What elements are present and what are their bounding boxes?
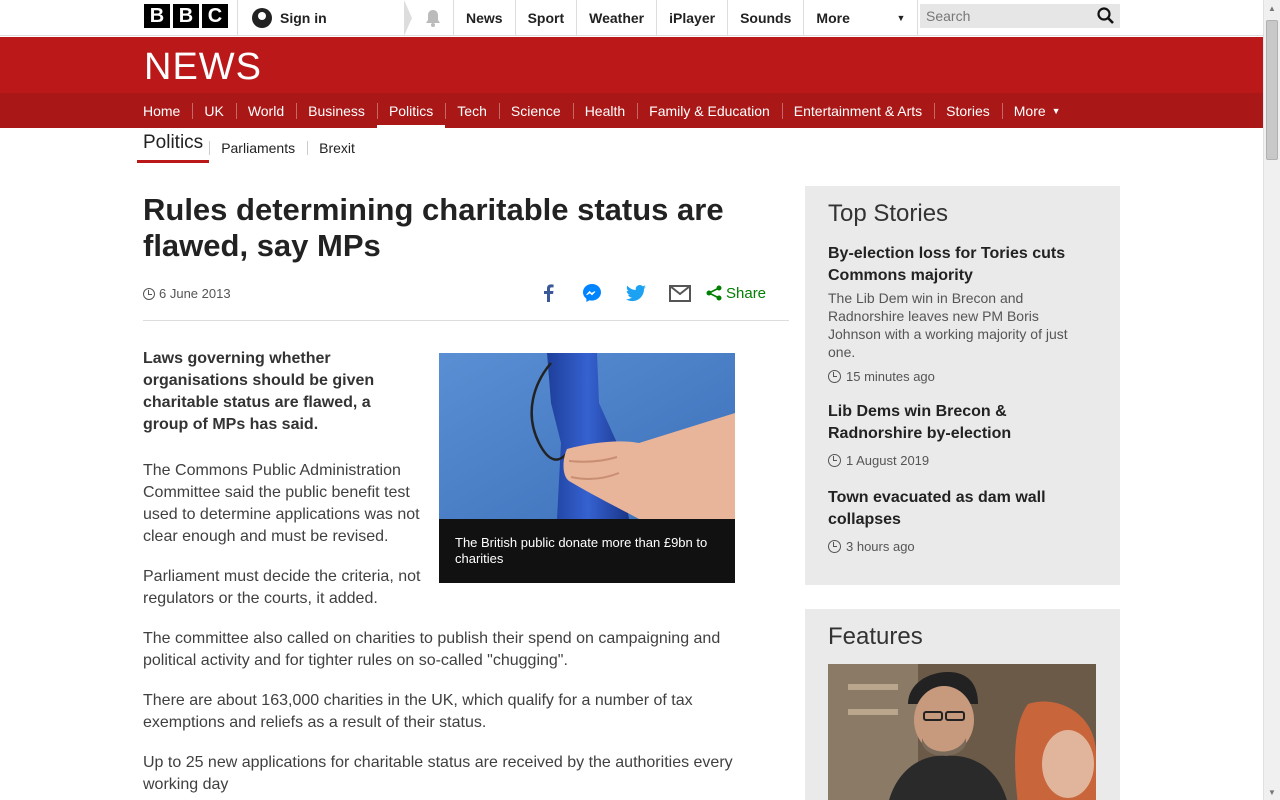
section-nav-home[interactable]: Home <box>131 93 192 128</box>
search-box <box>920 4 1120 28</box>
notifications-bell-icon[interactable] <box>412 0 454 36</box>
article-dateline: 6 June 2013 <box>143 286 231 301</box>
user-icon <box>252 8 272 28</box>
top-story-title[interactable]: By-election loss for Tories cuts Commons… <box>828 243 1088 287</box>
section-nav-more-label: More <box>1013 102 1046 119</box>
global-nav-more-label: More <box>816 10 850 26</box>
browser-viewport: B B C Sign in News Sport Weather iPlayer… <box>0 0 1280 800</box>
top-story-timestamp: 3 hours ago <box>828 539 1088 554</box>
search-icon[interactable] <box>1097 7 1114 29</box>
features-panel: Features <box>805 609 1120 800</box>
bbc-logo-letter: B <box>173 4 199 28</box>
top-story-summary: The Lib Dem win in Brecon and Radnorshir… <box>828 290 1068 360</box>
section-nav-science[interactable]: Science <box>498 93 573 128</box>
global-nav-sport[interactable]: Sport <box>516 0 578 36</box>
article-paragraph: There are about 163,000 charities in the… <box>143 692 693 731</box>
feature-image-man-in-cap[interactable] <box>828 664 1096 800</box>
bbc-logo-letter: B <box>144 4 170 28</box>
top-story-title[interactable]: Town evacuated as dam wall collapses <box>828 487 1088 531</box>
article-paragraph: Parliament must decide the criteria, not… <box>143 568 421 607</box>
bbc-logo-letter: C <box>202 4 228 28</box>
subnav-title[interactable]: Politics <box>137 132 210 163</box>
vertical-scrollbar[interactable]: ▲ ▼ <box>1263 0 1280 800</box>
article-paragraph: The Commons Public Administration Commit… <box>143 462 420 545</box>
section-nav-business[interactable]: Business <box>296 93 377 128</box>
clock-icon <box>828 370 841 383</box>
caret-down-icon: ▼ <box>1051 105 1061 116</box>
global-nav-more[interactable]: More ▼ <box>804 0 919 36</box>
article-paragraph: Up to 25 new applications for charitable… <box>143 754 733 793</box>
share-button[interactable]: Share <box>706 285 766 302</box>
section-nav-uk[interactable]: UK <box>192 93 235 128</box>
top-stories-panel: Top Stories By-election loss for Tories … <box>805 186 1120 585</box>
share-tools: Share <box>536 282 766 304</box>
global-nav-news[interactable]: News <box>454 0 516 36</box>
top-story-item[interactable]: Town evacuated as dam wall collapses 3 h… <box>828 487 1088 554</box>
news-banner: NEWS <box>0 37 1263 93</box>
bbc-global-header: B B C Sign in News Sport Weather iPlayer… <box>0 0 1263 36</box>
article-paragraph: The committee also called on charities t… <box>143 630 721 669</box>
article-date: 6 June 2013 <box>159 286 231 301</box>
global-nav-weather[interactable]: Weather <box>577 0 658 36</box>
section-nav-world[interactable]: World <box>235 93 296 128</box>
messenger-icon[interactable] <box>580 282 604 304</box>
top-story-time: 15 minutes ago <box>846 369 935 384</box>
features-heading: Features <box>828 623 923 650</box>
facebook-icon[interactable] <box>536 282 560 304</box>
article-figure: The British public donate more than £9bn… <box>439 353 735 583</box>
top-story-item[interactable]: Lib Dems win Brecon & Radnorshire by-ele… <box>828 401 1088 468</box>
global-nav-iplayer[interactable]: iPlayer <box>657 0 729 36</box>
sign-in-link[interactable]: Sign in <box>237 0 404 36</box>
share-label: Share <box>726 284 767 302</box>
article-divider <box>143 320 789 321</box>
top-story-timestamp: 15 minutes ago <box>828 369 1088 384</box>
top-story-item[interactable]: By-election loss for Tories cuts Commons… <box>828 243 1088 384</box>
signin-divider-arrow <box>404 0 412 36</box>
global-nav: News Sport Weather iPlayer Sounds More ▼ <box>454 0 919 36</box>
share-icon <box>706 285 722 301</box>
top-story-title[interactable]: Lib Dems win Brecon & Radnorshire by-ele… <box>828 401 1088 445</box>
top-stories-heading: Top Stories <box>828 200 949 227</box>
article-headline: Rules determining charitable status are … <box>143 192 724 263</box>
clock-icon <box>143 287 155 300</box>
scrollbar-thumb[interactable] <box>1266 20 1278 160</box>
section-nav-tech[interactable]: Tech <box>445 93 499 128</box>
article-image-charity-collection-tin <box>439 353 735 519</box>
section-nav-family-education[interactable]: Family & Education <box>637 93 782 128</box>
section-nav-health[interactable]: Health <box>572 93 637 128</box>
politics-subnav: Politics Parliaments Brexit <box>137 132 367 163</box>
sign-in-label: Sign in <box>280 10 327 26</box>
image-caption: The British public donate more than £9bn… <box>455 535 708 566</box>
section-nav-stories[interactable]: Stories <box>934 93 1002 128</box>
section-nav: Home UK World Business Politics Tech Sci… <box>0 93 1263 128</box>
clock-icon <box>828 540 841 553</box>
section-nav-politics[interactable]: Politics <box>376 93 446 128</box>
twitter-icon[interactable] <box>624 282 648 304</box>
scroll-up-arrow-icon[interactable]: ▲ <box>1264 0 1280 16</box>
top-story-timestamp: 1 August 2019 <box>828 453 1088 468</box>
clock-icon <box>828 454 841 467</box>
scroll-down-arrow-icon[interactable]: ▼ <box>1264 784 1280 800</box>
article-lead: Laws governing whether organisations sho… <box>143 350 375 433</box>
email-icon[interactable] <box>668 282 692 304</box>
bbc-logo[interactable]: B B C <box>144 4 228 28</box>
subnav-parliaments[interactable]: Parliaments <box>209 140 307 163</box>
caret-down-icon: ▼ <box>896 13 906 23</box>
top-story-time: 1 August 2019 <box>846 453 930 468</box>
global-nav-sounds[interactable]: Sounds <box>728 0 805 36</box>
search-input[interactable] <box>926 8 1086 24</box>
subnav-brexit[interactable]: Brexit <box>307 140 367 163</box>
section-nav-more[interactable]: More ▼ <box>1001 93 1073 128</box>
top-story-time: 3 hours ago <box>846 539 915 554</box>
news-logo[interactable]: NEWS <box>144 46 262 89</box>
section-nav-entertainment-arts[interactable]: Entertainment & Arts <box>781 93 934 128</box>
